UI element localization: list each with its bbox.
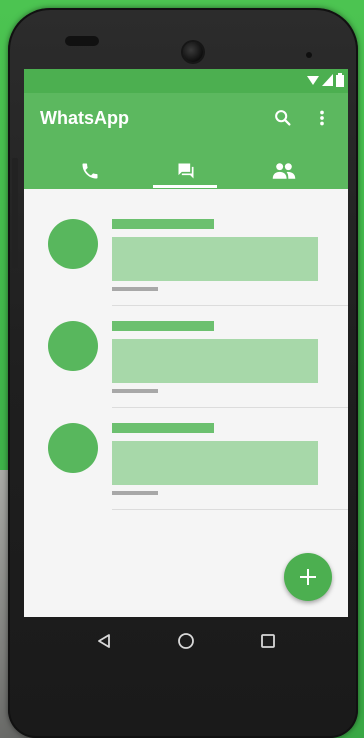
recents-button[interactable] bbox=[254, 627, 282, 655]
proximity-sensor bbox=[306, 52, 312, 58]
more-vertical-icon[interactable] bbox=[311, 107, 333, 129]
phone-screen: WhatsApp bbox=[24, 69, 348, 617]
back-button[interactable] bbox=[90, 627, 118, 655]
chat-list-item[interactable] bbox=[24, 189, 348, 306]
home-button[interactable] bbox=[172, 627, 200, 655]
signal-icon bbox=[322, 74, 333, 86]
battery-icon bbox=[336, 73, 344, 87]
side-button bbox=[12, 158, 18, 268]
message-preview-placeholder bbox=[112, 237, 318, 281]
chat-icon bbox=[178, 163, 194, 179]
divider bbox=[112, 509, 348, 510]
message-preview-placeholder bbox=[112, 339, 318, 383]
contact-name-placeholder bbox=[112, 219, 214, 229]
message-preview-placeholder bbox=[112, 441, 318, 485]
app-bar: WhatsApp bbox=[24, 93, 348, 189]
plus-icon bbox=[300, 569, 316, 585]
avatar bbox=[48, 321, 98, 371]
status-bar bbox=[24, 69, 348, 93]
earpiece bbox=[65, 36, 99, 46]
search-icon[interactable] bbox=[272, 107, 294, 129]
contact-name-placeholder bbox=[112, 423, 214, 433]
tab-calls[interactable] bbox=[60, 153, 120, 189]
front-camera bbox=[183, 42, 203, 62]
home-icon bbox=[178, 633, 194, 649]
back-icon bbox=[98, 634, 110, 648]
status-icons bbox=[307, 73, 344, 87]
app-title: WhatsApp bbox=[40, 108, 129, 128]
chat-list-item[interactable] bbox=[24, 291, 348, 408]
phone-icon bbox=[82, 163, 98, 179]
contact-name-placeholder bbox=[112, 321, 214, 331]
wifi-icon bbox=[307, 76, 319, 85]
recents-icon bbox=[261, 634, 275, 648]
contacts-icon bbox=[272, 163, 296, 179]
chat-list-item[interactable] bbox=[24, 393, 348, 510]
new-chat-fab[interactable] bbox=[284, 553, 332, 601]
timestamp-placeholder bbox=[112, 491, 158, 495]
tab-contacts[interactable] bbox=[254, 153, 314, 189]
avatar bbox=[48, 219, 98, 269]
avatar bbox=[48, 423, 98, 473]
tab-chats[interactable] bbox=[156, 153, 216, 189]
navigation-bar bbox=[24, 617, 348, 665]
tab-indicator bbox=[153, 185, 217, 188]
